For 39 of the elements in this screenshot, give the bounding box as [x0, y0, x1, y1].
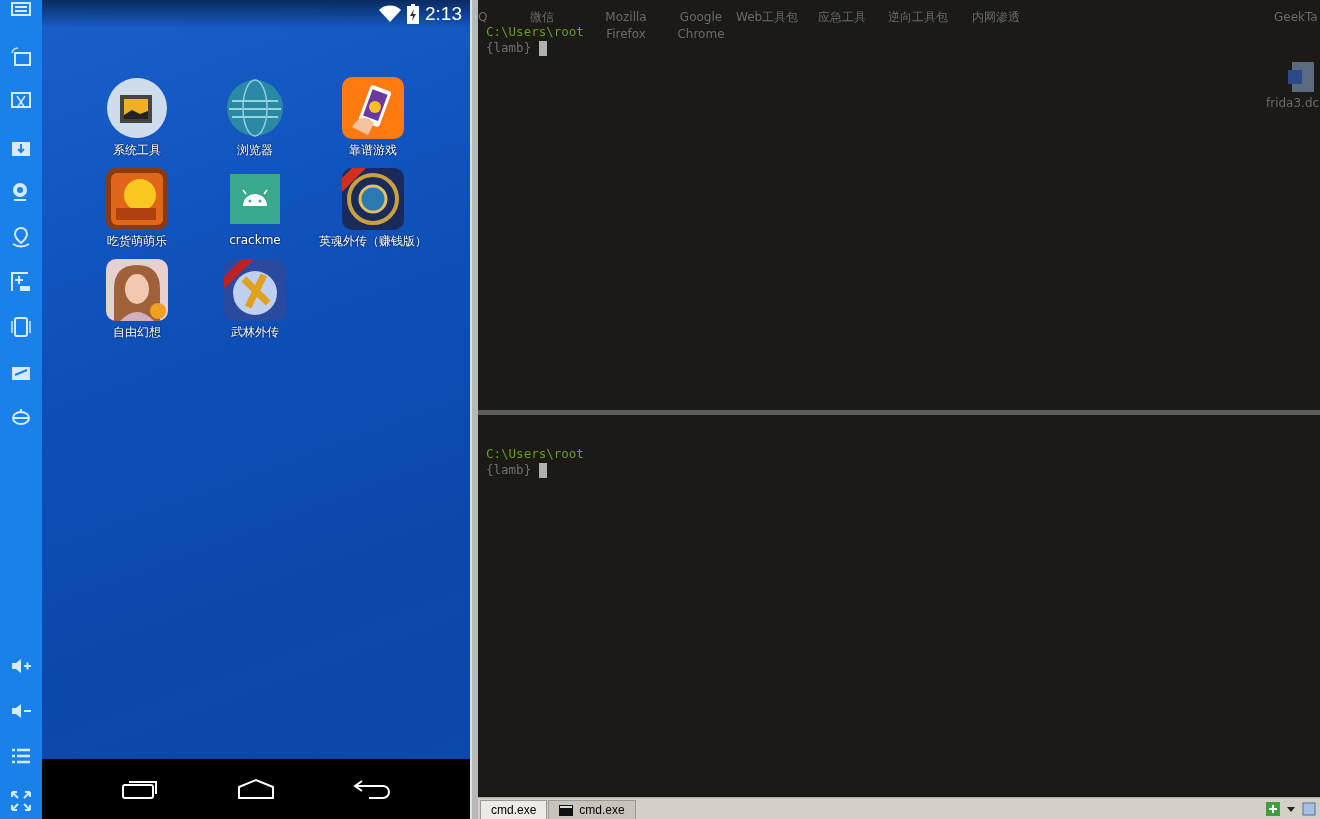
prompt-text: {lamb}	[486, 40, 532, 56]
rotate-icon[interactable]	[9, 45, 33, 69]
badge-icon[interactable]	[224, 259, 286, 321]
app-label[interactable]: 靠谱游戏	[349, 142, 397, 159]
text-cursor	[539, 40, 548, 56]
prompt-text: {lamb}	[486, 462, 532, 478]
apk-icon[interactable]	[9, 270, 33, 294]
terminal-tab[interactable]: cmd.exe	[480, 800, 548, 819]
path-text: C:\Users\root	[486, 24, 584, 40]
app-label[interactable]: 英魂外传（赚钱版）	[319, 233, 427, 250]
console-icon	[559, 804, 574, 816]
terminal-tab[interactable]: cmd.exe	[548, 800, 636, 819]
home-icon[interactable]	[236, 777, 276, 801]
app-label[interactable]: 武林外传	[231, 324, 279, 341]
app-label[interactable]: 自由幻想	[113, 324, 161, 341]
desktop-icon-label[interactable]: 应急工具	[818, 9, 866, 26]
clock-time: 2:13	[425, 3, 462, 25]
desktop-icon-label[interactable]: 逆向工具包	[888, 9, 948, 26]
app-label[interactable]: 系统工具	[113, 142, 161, 159]
path-text: C:\Users\root	[486, 446, 584, 462]
fruit-icon[interactable]	[106, 168, 168, 230]
hand-phone-icon[interactable]	[342, 77, 404, 139]
desktop-icon-label[interactable]: 内网渗透	[972, 9, 1020, 26]
wifi-icon	[379, 5, 401, 23]
shake-icon[interactable]	[9, 315, 33, 339]
figure-icon[interactable]	[106, 259, 168, 321]
desktop-icon-label[interactable]: Web工具包	[736, 9, 799, 26]
globe-icon[interactable]	[224, 77, 286, 139]
text-cursor	[539, 462, 548, 478]
desktop-icon-label[interactable]: 微信	[530, 9, 554, 26]
picture-frame-icon[interactable]	[106, 77, 168, 139]
fullscreen-icon[interactable]	[9, 789, 33, 813]
emblem-icon[interactable]	[342, 168, 404, 230]
back-icon[interactable]	[352, 777, 392, 801]
app-label[interactable]: 浏览器	[237, 142, 273, 159]
battery-icon	[407, 4, 419, 24]
app-label[interactable]: 吃货萌萌乐	[107, 233, 167, 250]
app-label[interactable]: crackme	[229, 233, 281, 247]
document-icon[interactable]	[1288, 62, 1314, 92]
